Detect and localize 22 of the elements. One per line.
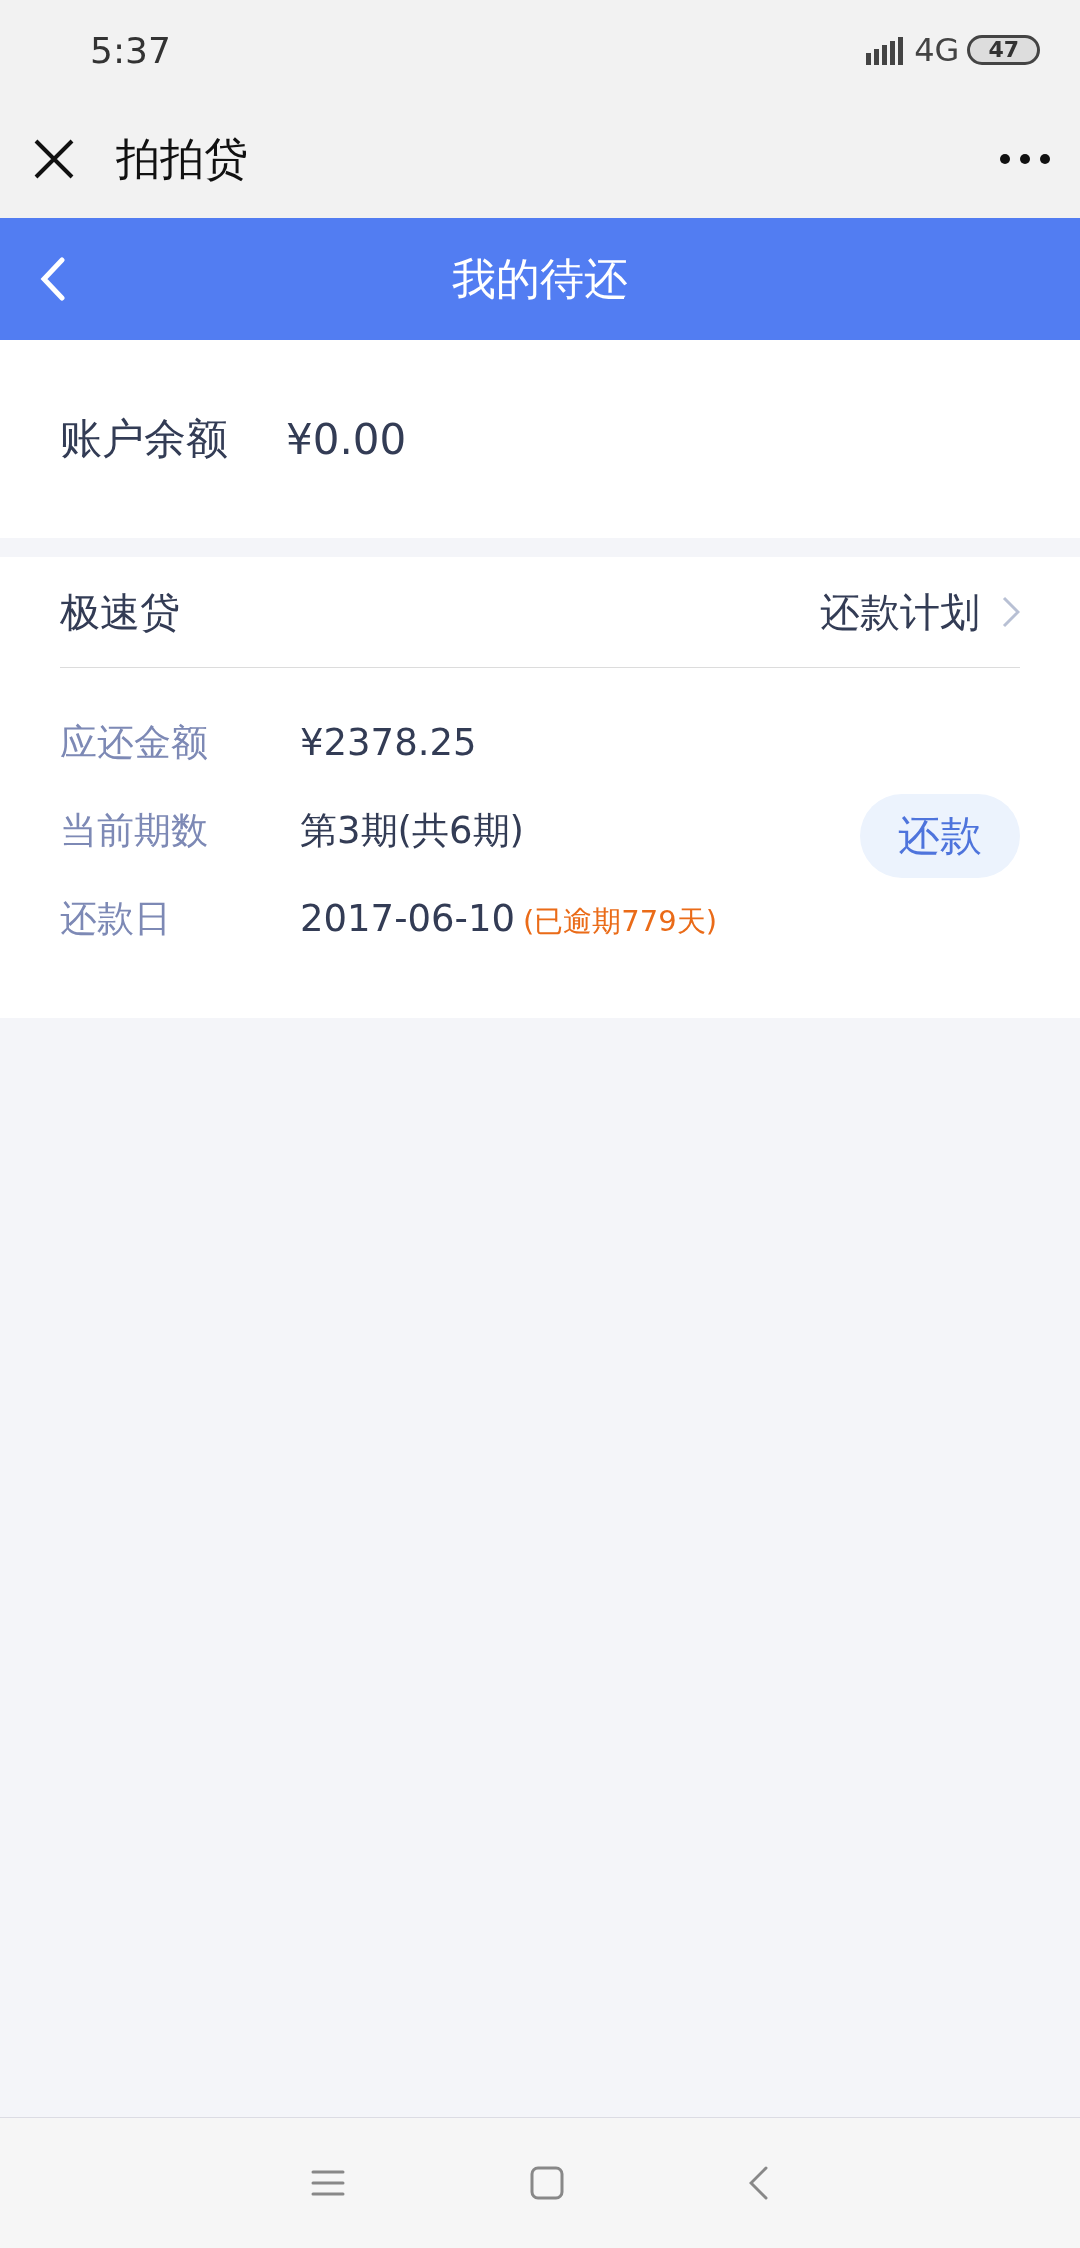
- overdue-note: (已逾期779天): [523, 903, 717, 940]
- status-time: 5:37: [90, 29, 171, 71]
- page-title: 我的待还: [451, 251, 629, 306]
- detail-label: 当前期数: [60, 808, 209, 854]
- balance-label: 账户余额: [60, 413, 228, 465]
- detail-value: 第3期(共6期): [300, 808, 524, 854]
- menu-icon[interactable]: [311, 2169, 345, 2197]
- chevron-icon: [1002, 596, 1020, 628]
- repayment-plan-link[interactable]: 还款计划: [820, 584, 1020, 640]
- balance-value: ¥0.00: [286, 414, 407, 464]
- repay-button[interactable]: 还款: [860, 794, 1020, 878]
- detail-value: 2017-06-10: [300, 897, 516, 940]
- app-title: 拍拍贷: [116, 131, 249, 186]
- home-icon[interactable]: [530, 2166, 564, 2200]
- battery-icon: 47: [967, 35, 1040, 65]
- back-icon[interactable]: [749, 2166, 769, 2200]
- detail-value: ¥2378.25: [300, 721, 477, 764]
- detail-label: 应还金额: [60, 720, 209, 766]
- loan-name: 极速贷: [60, 587, 180, 637]
- more-icon[interactable]: [1000, 153, 1050, 165]
- detail-label: 还款日: [60, 896, 172, 942]
- network-label: 4G: [914, 31, 960, 69]
